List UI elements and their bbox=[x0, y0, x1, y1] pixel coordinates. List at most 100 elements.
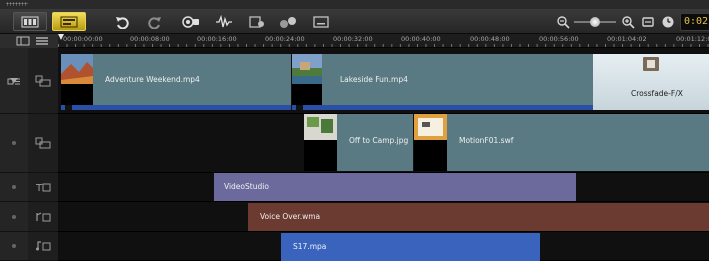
music-track-icon bbox=[36, 241, 51, 251]
track-dot-icon bbox=[12, 141, 16, 145]
zoom-in-icon bbox=[622, 15, 635, 29]
timeline-icon bbox=[60, 16, 78, 27]
undo-button[interactable] bbox=[112, 12, 132, 31]
storyboard-view-button[interactable] bbox=[13, 12, 47, 31]
zoom-out-icon bbox=[557, 15, 570, 29]
track-dot-icon bbox=[12, 244, 16, 248]
zoom-slider-knob[interactable] bbox=[590, 17, 600, 27]
music-clip[interactable]: S17.mpa bbox=[281, 233, 540, 261]
music-track-toggle[interactable] bbox=[28, 232, 58, 260]
voice-lane[interactable]: Voice Over.wma bbox=[58, 202, 709, 232]
thumbnail-image bbox=[304, 114, 337, 140]
undo-icon bbox=[116, 16, 129, 29]
clip-label: Off to Camp.jpg bbox=[349, 136, 409, 145]
timeline-toolbar: 0:02:0 bbox=[0, 9, 709, 34]
clip-audio-strip bbox=[61, 105, 291, 110]
video-clip[interactable]: Lakeside Fun.mp4 bbox=[291, 54, 593, 110]
playhead-marker[interactable] bbox=[58, 34, 64, 40]
motion-tracking-button[interactable] bbox=[276, 12, 300, 31]
overlay-track-options[interactable] bbox=[0, 114, 28, 172]
title-lane[interactable]: VideoStudio bbox=[58, 173, 709, 202]
thumbnail-image bbox=[61, 54, 93, 84]
auto-music-button[interactable] bbox=[246, 12, 268, 31]
music-track-options[interactable] bbox=[0, 232, 28, 260]
clip-label: Lakeside Fun.mp4 bbox=[340, 75, 408, 84]
title-track-header: T bbox=[0, 173, 58, 202]
video-clip[interactable]: Adventure Weekend.mp4 bbox=[60, 54, 291, 110]
voice-clip[interactable]: Voice Over.wma bbox=[248, 203, 709, 231]
panel-grip[interactable] bbox=[0, 0, 709, 9]
voice-track-toggle[interactable] bbox=[28, 202, 58, 231]
title-track-icon: T bbox=[35, 183, 51, 193]
overlay-lane[interactable]: Off to Camp.jpg MotionF01.swf bbox=[58, 114, 709, 173]
clip-label: Crossfade-F/X bbox=[631, 89, 683, 98]
clip-thumbnail bbox=[304, 114, 337, 171]
clip-label: Adventure Weekend.mp4 bbox=[105, 75, 200, 84]
video-track-options[interactable] bbox=[0, 48, 28, 113]
grip-dots-icon bbox=[6, 2, 28, 6]
clip-label: Voice Over.wma bbox=[260, 212, 321, 221]
ruler-tick-label: 00:01:04:02 bbox=[607, 35, 647, 43]
fit-project-button[interactable] bbox=[640, 12, 656, 31]
sound-mixer-button[interactable] bbox=[213, 12, 235, 31]
speaker-icon[interactable] bbox=[296, 105, 303, 110]
subtitle-icon bbox=[313, 15, 329, 28]
thumbnail-image bbox=[414, 114, 447, 140]
ruler-ticks bbox=[58, 44, 709, 47]
video-lane[interactable]: Adventure Weekend.mp4 Lakeside Fun.mp4 C… bbox=[58, 48, 709, 114]
overlay-track-toggle[interactable] bbox=[28, 114, 58, 172]
overlay-clip[interactable]: MotionF01.swf bbox=[413, 114, 709, 171]
film-strip-icon bbox=[21, 16, 39, 27]
clip-label: S17.mpa bbox=[293, 242, 327, 251]
ruler-tick-label: 00:00:08:00 bbox=[130, 35, 170, 43]
clip-thumbnail bbox=[61, 54, 93, 105]
record-capture-button[interactable] bbox=[180, 12, 202, 31]
ruler-tick-label: 00:00:40:00 bbox=[401, 35, 441, 43]
track-manager-icon[interactable] bbox=[16, 36, 32, 46]
motion-icon bbox=[280, 16, 296, 28]
title-track-toggle[interactable]: T bbox=[28, 173, 58, 201]
time-ruler[interactable]: 00:00:00:00 00:00:08:00 00:00:16:00 00:0… bbox=[58, 34, 709, 48]
voice-track-options[interactable] bbox=[0, 202, 28, 231]
redo-button[interactable] bbox=[145, 12, 165, 31]
timeline-view-button[interactable] bbox=[52, 12, 86, 31]
overlay-track-icon bbox=[35, 137, 51, 149]
clock-button[interactable] bbox=[660, 12, 676, 31]
timeline-area[interactable]: Adventure Weekend.mp4 Lakeside Fun.mp4 C… bbox=[58, 48, 709, 261]
video-track-toggle[interactable] bbox=[28, 48, 58, 113]
zoom-out-button[interactable] bbox=[555, 12, 571, 31]
record-icon bbox=[182, 15, 199, 28]
timecode-display[interactable]: 0:02:0 bbox=[680, 13, 709, 31]
mixer-icon bbox=[216, 14, 232, 27]
track-dot-icon bbox=[12, 185, 16, 189]
auto-music-icon bbox=[249, 15, 264, 28]
clip-thumbnail bbox=[414, 114, 447, 171]
transition-clip[interactable]: Crossfade-F/X bbox=[593, 54, 709, 110]
ruler-tick-label: 00:00:24:00 bbox=[265, 35, 305, 43]
voice-track-icon bbox=[36, 211, 51, 221]
ruler-tick-label: 00:00:16:00 bbox=[197, 35, 237, 43]
title-clip[interactable]: VideoStudio bbox=[214, 173, 576, 201]
fit-icon bbox=[642, 16, 654, 27]
voice-track-header bbox=[0, 202, 58, 232]
title-track-options[interactable] bbox=[0, 173, 28, 201]
music-lane[interactable]: S17.mpa bbox=[58, 232, 709, 261]
zoom-in-button[interactable] bbox=[620, 12, 636, 31]
ruler-tick-label: 00:00:56:00 bbox=[539, 35, 579, 43]
speaker-icon[interactable] bbox=[65, 105, 72, 110]
dropdown-arrow-icon[interactable] bbox=[10, 78, 18, 84]
track-headers: T bbox=[0, 48, 58, 261]
ruler-tick-label: 00:00:32:00 bbox=[333, 35, 373, 43]
music-track-header bbox=[0, 232, 58, 261]
chapter-menu-icon[interactable] bbox=[34, 36, 50, 46]
clip-audio-strip bbox=[292, 105, 593, 110]
transition-icon bbox=[643, 57, 659, 71]
video-track-icon bbox=[35, 75, 51, 86]
svg-text:T: T bbox=[35, 183, 43, 193]
redo-icon bbox=[148, 16, 161, 29]
overlay-clip[interactable]: Off to Camp.jpg bbox=[303, 114, 413, 171]
subtitle-editor-button[interactable] bbox=[311, 12, 331, 31]
clock-icon bbox=[662, 16, 674, 27]
clip-label: MotionF01.swf bbox=[459, 136, 514, 145]
track-dot-icon bbox=[12, 214, 16, 219]
